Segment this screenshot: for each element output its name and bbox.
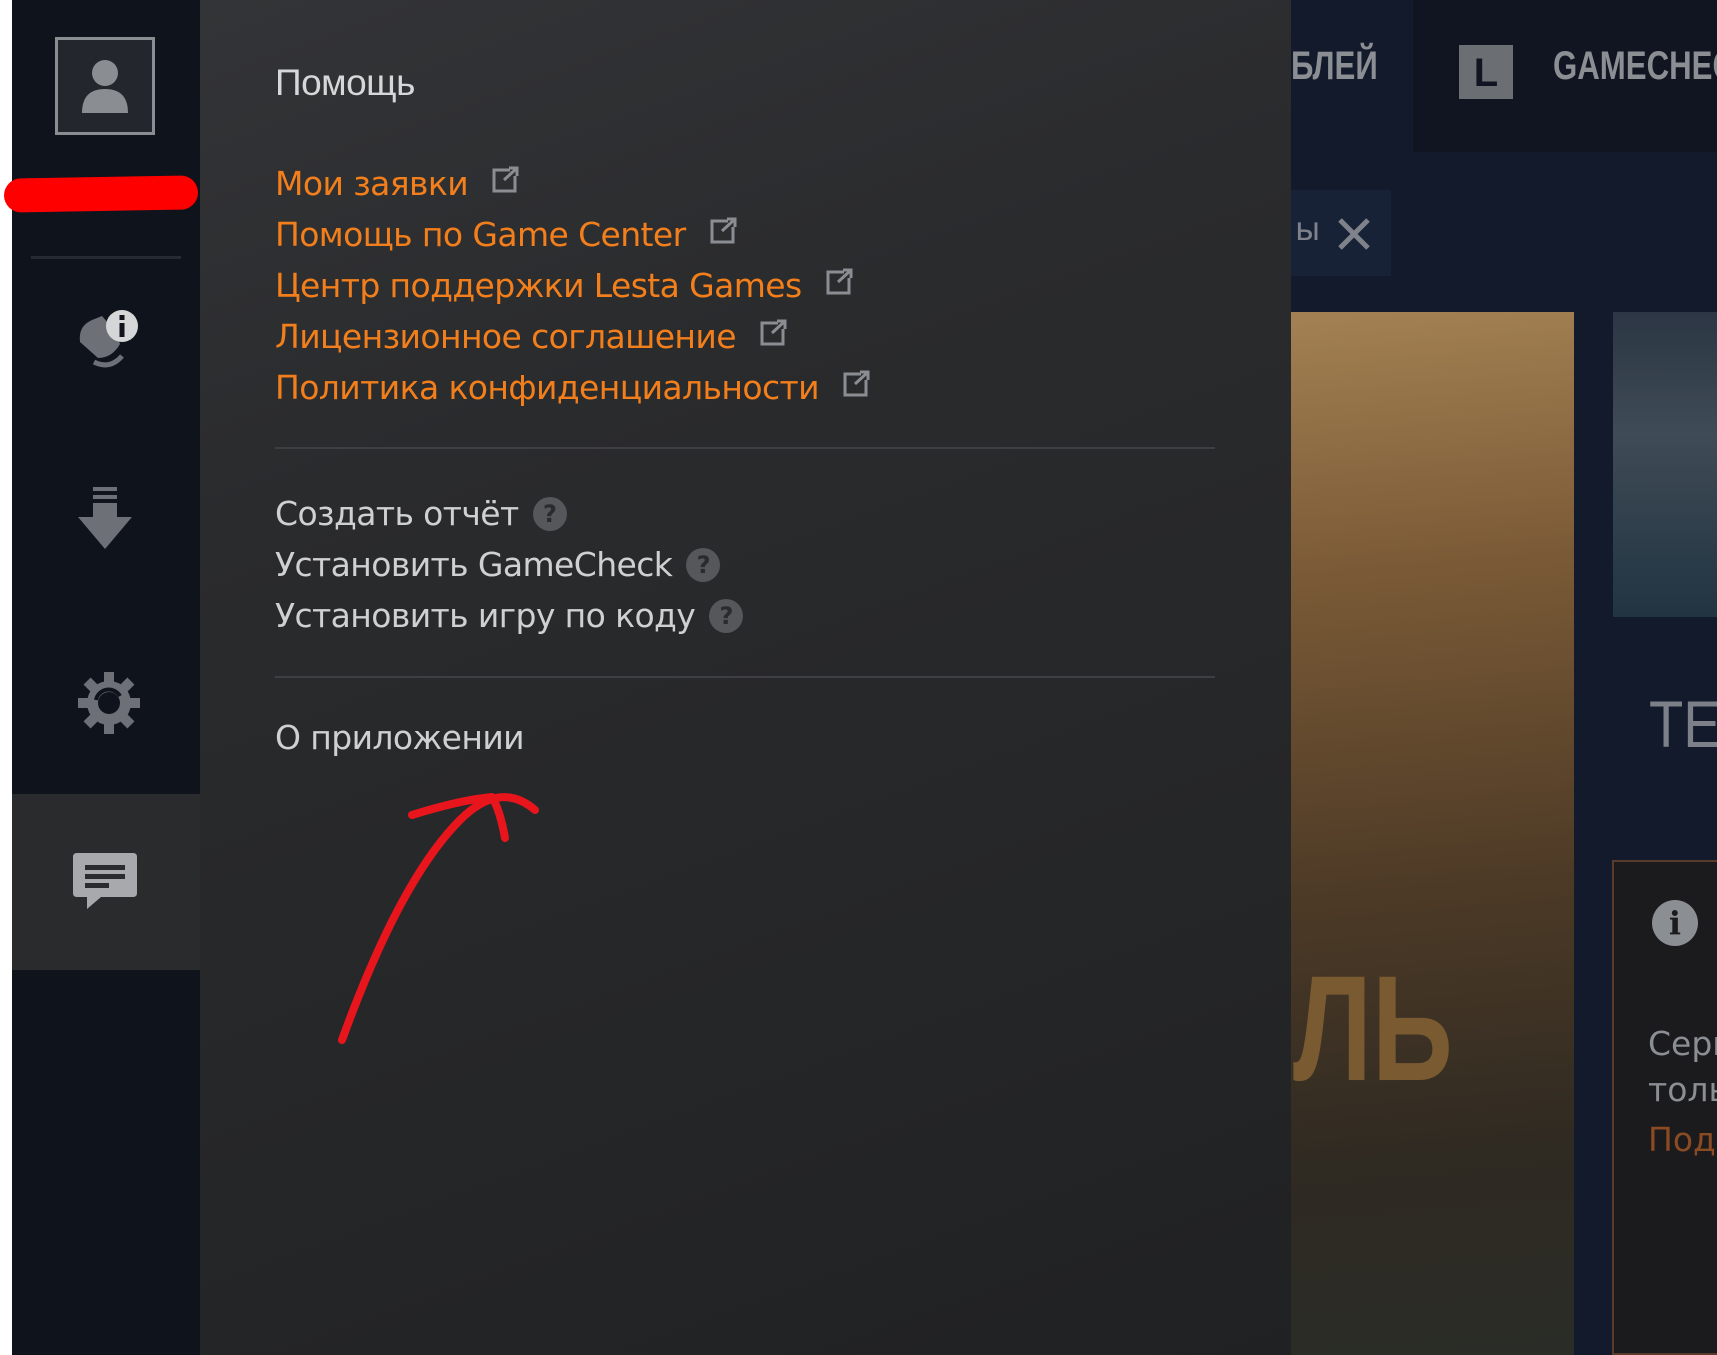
help-links-list: Мои заявки Помощь по Game Center Центр п…	[275, 158, 871, 413]
background-app: БЛЕЙ L GAMECHEC ы ЛЬ TE i Серв толь Под	[1291, 0, 1717, 1355]
link-privacy-policy[interactable]: Политика конфиденциальности	[275, 362, 871, 413]
link-label: Лицензионное соглашение	[275, 317, 737, 356]
link-label: Центр поддержки Lesta Games	[275, 266, 802, 305]
game-card-image[interactable]	[1613, 312, 1717, 617]
game-banner[interactable]: ЛЬ	[1291, 312, 1574, 1355]
help-panel: Помощь Мои заявки Помощь по Game Center …	[200, 0, 1291, 1355]
link-license-agreement[interactable]: Лицензионное соглашение	[275, 311, 871, 362]
chat-message-icon	[73, 853, 137, 909]
action-label: Создать отчёт	[275, 494, 519, 533]
link-label: Политика конфиденциальности	[275, 368, 820, 407]
help-actions-list: Создать отчёт ? Установить GameCheck ? У…	[275, 488, 744, 641]
maintenance-text: ы	[1295, 210, 1321, 248]
external-link-icon	[824, 266, 854, 305]
panel-divider	[275, 676, 1215, 678]
sidebar-divider	[31, 256, 181, 259]
nav-tab-fragment[interactable]: БЛЕЙ	[1291, 44, 1378, 89]
action-label: Установить GameCheck	[275, 545, 673, 584]
settings-gear-icon	[78, 672, 140, 734]
question-mark-icon[interactable]: ?	[532, 496, 567, 531]
downloads-button[interactable]	[76, 487, 134, 555]
nav-tab-fragment: GAMECHEC	[1553, 44, 1717, 88]
panel-title: Помощь	[275, 62, 415, 103]
settings-button[interactable]	[76, 670, 142, 740]
info-notice: i Серв толь Под	[1612, 860, 1717, 1355]
lesta-logo-icon: L	[1459, 45, 1513, 99]
sidebar	[3, 0, 200, 1355]
question-mark-icon[interactable]: ?	[709, 598, 744, 633]
help-support-button[interactable]	[12, 794, 200, 970]
banner-text: ЛЬ	[1293, 944, 1453, 1112]
info-link[interactable]: Под	[1648, 1120, 1716, 1159]
external-link-icon	[708, 215, 738, 254]
link-game-center-help[interactable]: Помощь по Game Center	[275, 209, 871, 260]
install-gamecheck-button[interactable]: Установить GameCheck ?	[275, 539, 743, 590]
notifications-button[interactable]	[76, 304, 142, 378]
nav-gamecheck-tab[interactable]: L GAMECHEC	[1413, 0, 1717, 152]
question-mark-icon[interactable]: ?	[686, 547, 721, 582]
info-icon: i	[1652, 900, 1698, 946]
info-text: Серв	[1648, 1024, 1717, 1063]
external-link-icon	[490, 164, 520, 203]
user-icon	[82, 60, 128, 113]
notification-info-icon	[79, 310, 138, 368]
install-game-by-code-button[interactable]: Установить игру по коду ?	[275, 590, 744, 641]
about-app-button[interactable]: О приложении	[275, 718, 525, 757]
download-icon	[78, 487, 132, 549]
external-link-icon	[841, 368, 871, 407]
external-link-icon	[758, 317, 788, 356]
link-lesta-support-center[interactable]: Центр поддержки Lesta Games	[275, 260, 871, 311]
section-heading-fragment: TE	[1649, 687, 1717, 761]
tools-icon	[1338, 218, 1370, 250]
link-label: Мои заявки	[275, 164, 469, 203]
info-text: толь	[1648, 1070, 1717, 1109]
redaction-mark	[3, 175, 199, 213]
link-label: Помощь по Game Center	[275, 215, 686, 254]
link-my-tickets[interactable]: Мои заявки	[275, 158, 871, 209]
panel-divider	[275, 447, 1215, 449]
create-report-button[interactable]: Создать отчёт ?	[275, 488, 743, 539]
maintenance-bar: ы	[1291, 190, 1391, 276]
profile-avatar-button[interactable]	[55, 37, 155, 135]
action-label: Установить игру по коду	[275, 596, 696, 635]
